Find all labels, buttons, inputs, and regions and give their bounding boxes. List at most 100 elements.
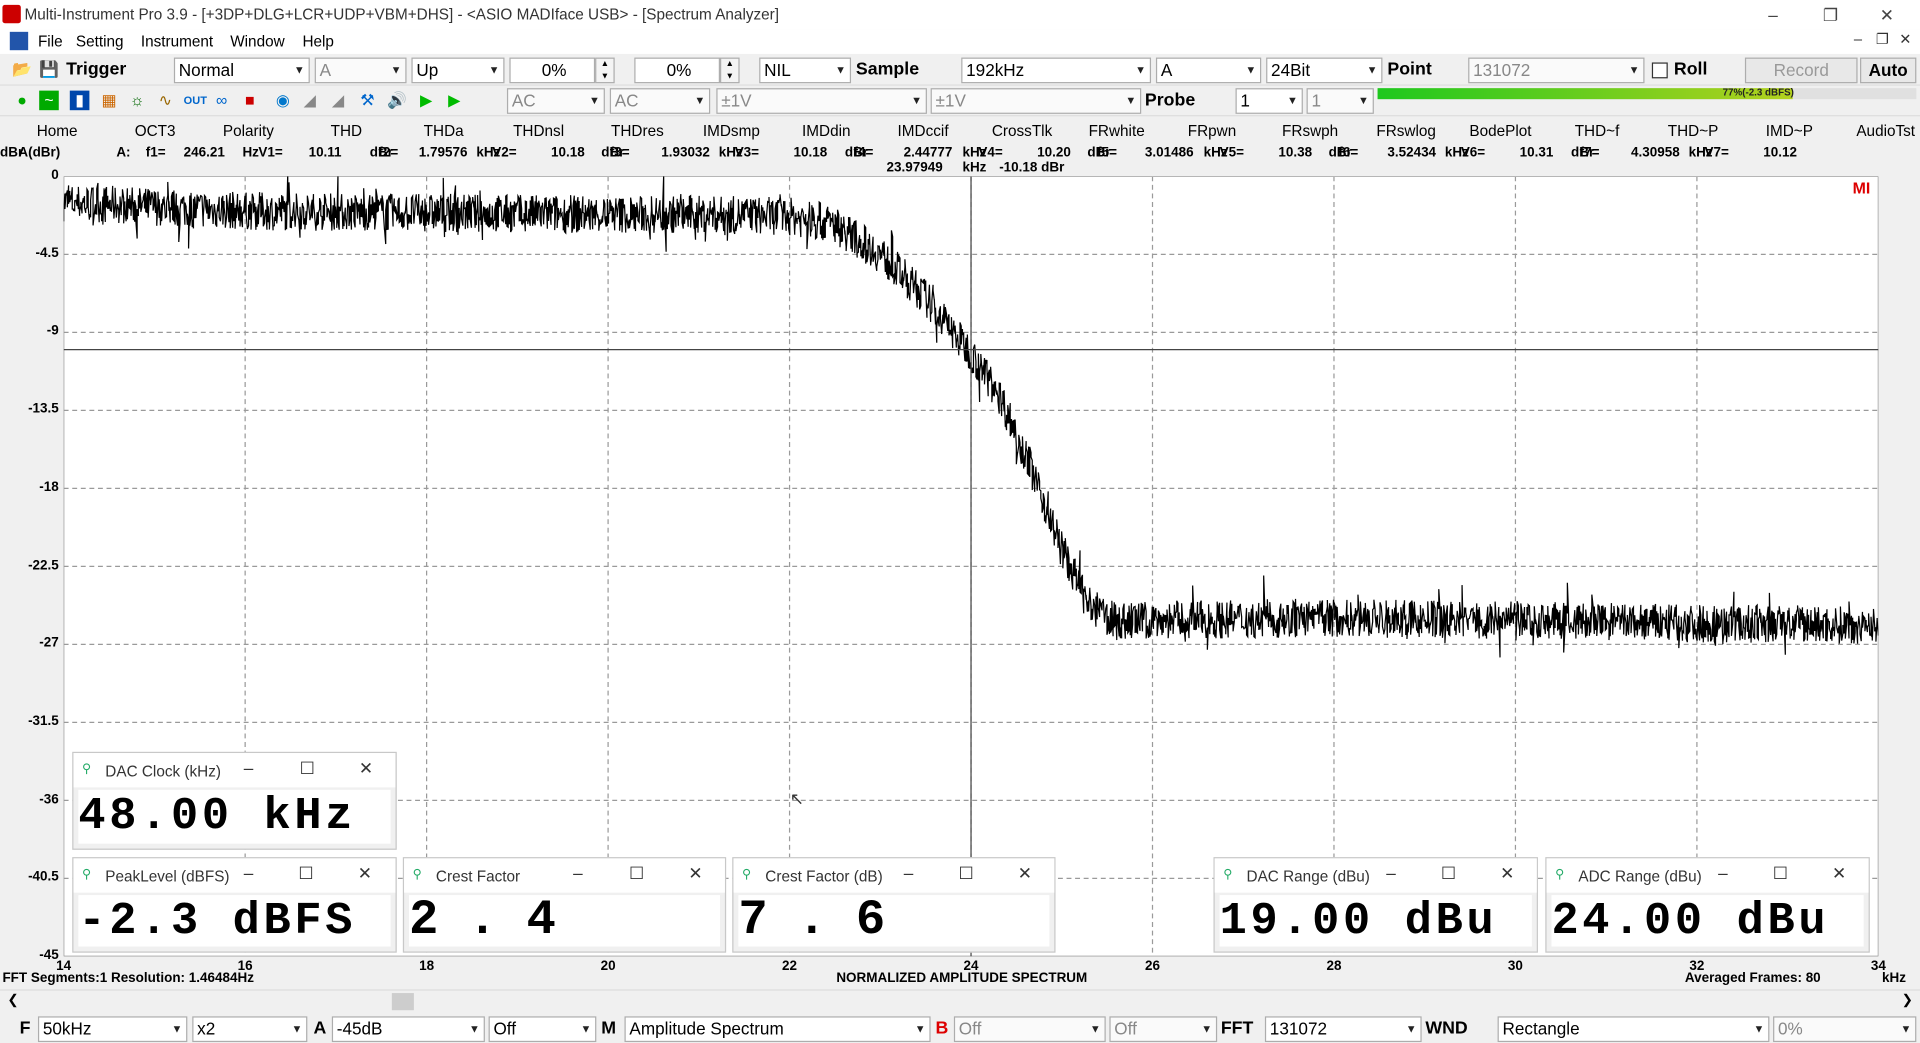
roll-checkbox[interactable] — [1651, 62, 1668, 79]
menu-instrument[interactable]: Instrument — [141, 33, 213, 50]
minimize-icon[interactable]: – — [1379, 863, 1403, 883]
probe-icon[interactable]: ⚒ — [358, 91, 378, 111]
save-icon[interactable]: 💾 — [39, 60, 59, 80]
record-icon[interactable]: ● — [12, 91, 32, 111]
close-icon[interactable]: ✕ — [353, 863, 377, 884]
channel-select[interactable]: A ▼ — [1155, 57, 1262, 84]
close-icon[interactable]: ✕ — [1495, 863, 1519, 884]
zoom-select[interactable]: x2 ▼ — [192, 1016, 308, 1043]
tab-audiotst[interactable]: AudioTst — [1856, 122, 1915, 139]
tab-oct3[interactable]: OCT3 — [135, 122, 176, 139]
output-icon[interactable]: OUT — [184, 91, 207, 111]
mdi-app-icon[interactable] — [9, 31, 29, 51]
spectrum-icon[interactable]: ▮ — [69, 90, 90, 111]
nil-select[interactable]: NIL ▼ — [759, 57, 852, 84]
trigger-level-input[interactable]: 0% — [509, 57, 596, 84]
spectrogram-icon[interactable]: ▦ — [99, 91, 119, 111]
maximize-icon[interactable]: ☐ — [295, 758, 319, 779]
probe-b-select[interactable]: 1 ▼ — [1306, 88, 1374, 114]
record-button[interactable]: Record — [1744, 57, 1858, 84]
panel-dac-range[interactable]: ⚲ DAC Range (dBu) – ☐ ✕ 19.00 dBu — [1213, 857, 1538, 953]
mdi-close-icon[interactable]: ✕ — [1899, 31, 1911, 48]
coupling-a-select[interactable]: AC ▼ — [506, 88, 605, 114]
close-icon[interactable]: ✕ — [354, 758, 378, 779]
tab-frwhite[interactable]: FRwhite — [1089, 122, 1145, 139]
generator-icon[interactable]: ∿ — [156, 91, 176, 111]
mdi-minimize-icon[interactable]: – — [1854, 31, 1862, 48]
panel-peak-level[interactable]: ⚲ PeakLevel (dBFS) – ☐ ✕ -2.3 dBFS — [72, 857, 397, 953]
play-icon[interactable]: ▶ — [416, 91, 436, 111]
tab-thdnsl[interactable]: THDnsl — [513, 122, 564, 139]
tab-imdsmp[interactable]: IMDsmp — [703, 122, 760, 139]
close-icon[interactable]: ✕ — [1013, 863, 1037, 884]
tab-polarity[interactable]: Polarity — [223, 122, 274, 139]
tab-imd-p[interactable]: IMD~P — [1766, 122, 1813, 139]
scroll-thumb[interactable] — [391, 993, 414, 1011]
trigger-edge-select[interactable]: Up ▼ — [411, 57, 505, 84]
trigger-position-spinner[interactable]: ▲ ▼ — [720, 57, 740, 84]
tab-frswlog[interactable]: FRswlog — [1376, 122, 1436, 139]
fft-size-select[interactable]: 131072 ▼ — [1264, 1016, 1422, 1043]
maximize-icon[interactable]: ☐ — [1436, 863, 1460, 884]
oscilloscope-icon[interactable]: ~ — [39, 90, 59, 111]
ddp-icon[interactable]: ∞ — [212, 91, 232, 111]
panel-crest-factor[interactable]: ⚲ Crest Factor – ☐ ✕ 2.4 — [402, 857, 727, 953]
play-step-icon[interactable]: ▶ — [444, 91, 464, 111]
tab-thd[interactable]: THD — [331, 122, 362, 139]
tab-thdres[interactable]: THDres — [611, 122, 664, 139]
coupling-b-select[interactable]: AC ▼ — [609, 88, 711, 114]
minimize-icon[interactable]: – — [566, 863, 590, 883]
scroll-right-icon[interactable]: ❯ — [1902, 992, 1913, 1008]
range-b-select[interactable]: ±1V ▼ — [930, 88, 1142, 114]
frequency-range-select[interactable]: 50kHz ▼ — [37, 1016, 188, 1043]
point-select[interactable]: 131072 ▼ — [1468, 57, 1645, 84]
horizontal-scrollbar[interactable]: ❮ ❯ — [0, 989, 1920, 1012]
tab-imddin[interactable]: IMDdin — [802, 122, 850, 139]
menu-help[interactable]: Help — [302, 33, 333, 50]
maximize-icon[interactable]: ☐ — [294, 863, 318, 884]
bit-depth-select[interactable]: 24Bit ▼ — [1266, 57, 1383, 84]
phase-icon[interactable]: ☼ — [127, 91, 147, 111]
panel-crest-factor-db[interactable]: ⚲ Crest Factor (dB) – ☐ ✕ 7.6 — [732, 857, 1056, 953]
weighting-select[interactable]: Off ▼ — [488, 1016, 597, 1043]
close-icon[interactable]: ✕ — [683, 863, 707, 884]
range-a-select[interactable]: ±1V ▼ — [716, 88, 927, 114]
tab-thd-f[interactable]: THD~f — [1575, 122, 1620, 139]
maximize-icon[interactable]: ☐ — [1768, 863, 1792, 884]
tab-imdccif[interactable]: IMDccif — [898, 122, 949, 139]
cursor-a-icon[interactable]: ◢ — [300, 91, 320, 111]
window-function-select[interactable]: Rectangle ▼ — [1497, 1016, 1770, 1043]
panel-adc-range[interactable]: ⚲ ADC Range (dBu) – ☐ ✕ 24.00 dBu — [1545, 857, 1870, 953]
channel-b-weighting-select[interactable]: Off ▼ — [1109, 1016, 1218, 1043]
trigger-mode-select[interactable]: Normal ▼ — [173, 57, 310, 84]
scroll-left-icon[interactable]: ❮ — [7, 992, 18, 1008]
trigger-level-spinner[interactable]: ▲ ▼ — [595, 57, 615, 84]
probe-a-select[interactable]: 1 ▼ — [1235, 88, 1303, 114]
tab-home[interactable]: Home — [37, 122, 78, 139]
lock-icon[interactable]: ◉ — [273, 91, 293, 111]
maximize-icon[interactable]: ☐ — [624, 863, 648, 884]
minimize-icon[interactable]: – — [236, 863, 260, 883]
overlap-select[interactable]: 0% ▼ — [1773, 1016, 1917, 1043]
tab-frswph[interactable]: FRswph — [1282, 122, 1338, 139]
cursor-b-icon[interactable]: ◢ — [328, 91, 348, 111]
tab-thda[interactable]: THDa — [424, 122, 464, 139]
mdi-restore-icon[interactable]: ❐ — [1876, 31, 1889, 48]
trigger-position-input[interactable]: 0% — [634, 57, 721, 84]
analysis-mode-select[interactable]: Amplitude Spectrum ▼ — [624, 1016, 931, 1043]
auto-button[interactable]: Auto — [1860, 57, 1917, 84]
minimize-icon[interactable]: – — [1745, 2, 1801, 26]
restore-icon[interactable]: ❐ — [1802, 2, 1858, 26]
close-icon[interactable]: ✕ — [1827, 863, 1851, 884]
tab-thd-p[interactable]: THD~P — [1668, 122, 1719, 139]
trigger-channel-select[interactable]: A ▼ — [314, 57, 407, 84]
menu-file[interactable]: File — [38, 33, 63, 50]
dlg-icon[interactable]: ■ — [240, 91, 260, 111]
panel-dac-clock[interactable]: ⚲ DAC Clock (kHz) – ☐ ✕ 48.00 kHz — [72, 751, 397, 850]
minimize-icon[interactable]: – — [236, 758, 260, 778]
tab-bodeplot[interactable]: BodePlot — [1469, 122, 1531, 139]
sample-rate-select[interactable]: 192kHz ▼ — [961, 57, 1152, 84]
minimize-icon[interactable]: – — [1711, 863, 1735, 883]
minimize-icon[interactable]: – — [896, 863, 920, 883]
tab-frpwn[interactable]: FRpwn — [1188, 122, 1236, 139]
